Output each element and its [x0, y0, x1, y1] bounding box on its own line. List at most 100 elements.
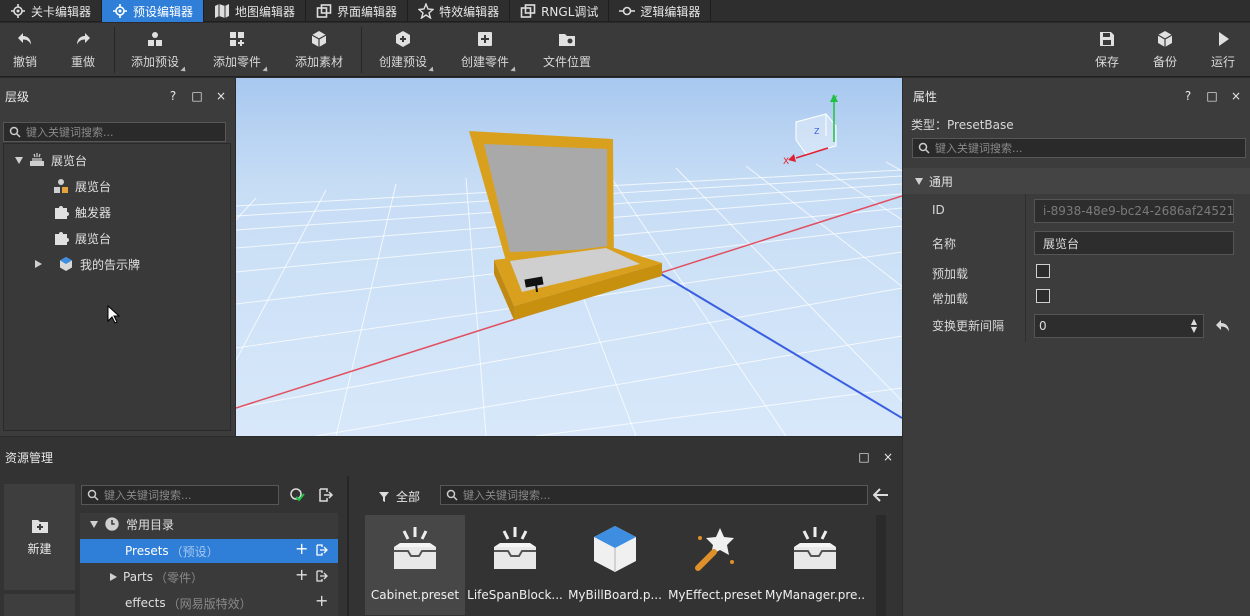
gizmo-y-label: Y: [831, 95, 838, 105]
run-button[interactable]: 运行: [1204, 23, 1242, 77]
backup-label: 备份: [1152, 55, 1177, 69]
tree-item-label: 展览台: [51, 153, 88, 168]
create-preset-icon: [396, 31, 410, 47]
add-preset-label: 添加预设: [130, 55, 179, 69]
level-editor-icon: [11, 4, 25, 18]
close-button[interactable]: ×: [882, 450, 894, 464]
dropdown-caret: [510, 66, 518, 74]
expand-arrow-icon[interactable]: [90, 520, 98, 528]
preload-checkbox[interactable]: [1036, 264, 1050, 278]
asset-splitter[interactable]: [347, 476, 349, 616]
filter-all-button[interactable]: 全部: [378, 488, 420, 505]
id-field[interactable]: i-8938-48e9-bc24-2686af245215: [1034, 199, 1234, 223]
add-icon[interactable]: +: [295, 541, 308, 557]
tree-item-exhibit-root[interactable]: 展览台: [15, 148, 87, 172]
hierarchy-tree-area: [3, 143, 231, 431]
expand-arrow-icon[interactable]: [15, 156, 23, 164]
scene-viewport[interactable]: X Y Z: [236, 78, 902, 436]
back-arrow-icon[interactable]: [873, 488, 889, 502]
import-icon[interactable]: [316, 570, 328, 582]
tab-logic-editor[interactable]: 逻辑编辑器: [609, 0, 712, 22]
expand-arrow-icon[interactable]: [35, 260, 42, 268]
maximize-button[interactable]: □: [1206, 89, 1218, 103]
search-placeholder: 键入关键词搜索...: [104, 489, 192, 502]
redo-button[interactable]: 重做: [64, 23, 102, 77]
tree-item-label: 展览台: [75, 231, 112, 246]
add-material-label: 添加素材: [294, 55, 343, 69]
asset-lifespan-block[interactable]: LifeSpanBlock...: [465, 515, 565, 615]
tree-item-label: 触发器: [75, 205, 112, 220]
tab-map-editor[interactable]: 地图编辑器: [204, 0, 307, 22]
asset-content-search-input[interactable]: 键入关键词搜索...: [440, 485, 868, 505]
asset-my-billboard[interactable]: MyBillBoard.p...: [565, 515, 665, 615]
tab-label: 地图编辑器: [235, 4, 296, 19]
import-icon[interactable]: [318, 487, 334, 503]
add-icon[interactable]: +: [295, 567, 308, 583]
tab-level-editor[interactable]: 关卡编辑器: [0, 0, 103, 22]
backup-button[interactable]: 备份: [1146, 23, 1184, 77]
add-preset-button[interactable]: 添加预设: [126, 23, 188, 77]
scene-canvas[interactable]: X Y Z: [236, 78, 902, 436]
hierarchy-panel-buttons: ? □ ×: [167, 89, 227, 103]
name-field[interactable]: 展览台: [1034, 231, 1234, 255]
expand-arrow-icon[interactable]: [915, 177, 923, 185]
interval-label: 变换更新间隔: [932, 319, 1005, 333]
maximize-button[interactable]: □: [191, 89, 203, 103]
folder-presets[interactable]: Presets （预设）: [125, 539, 219, 563]
asset-cabinet-preset[interactable]: Cabinet.preset: [365, 515, 465, 615]
close-button[interactable]: ×: [215, 89, 227, 103]
tab-effects-editor[interactable]: 特效编辑器: [408, 0, 511, 22]
add-material-button[interactable]: 添加素材: [290, 23, 348, 77]
tab-label: 预设编辑器: [133, 4, 194, 19]
tab-ui-editor[interactable]: 界面编辑器: [306, 0, 409, 22]
import-icon[interactable]: [316, 544, 328, 556]
maximize-button[interactable]: □: [858, 450, 870, 464]
editor-window: 关卡编辑器 预设编辑器 地图编辑器 界面编辑器 特效编辑器 RNGL调试 逻辑编…: [0, 0, 1250, 616]
asset-side-button[interactable]: [4, 594, 75, 616]
create-preset-button[interactable]: 创建预设: [374, 23, 436, 77]
interval-stepper[interactable]: 0 ▲ ▼: [1034, 314, 1204, 338]
play-icon: [1219, 32, 1229, 46]
asset-grid-scrollbar[interactable]: [876, 515, 886, 616]
tree-item-exhibit-part[interactable]: 展览台: [53, 226, 111, 250]
tray-icon: [487, 521, 543, 577]
help-button[interactable]: ?: [167, 89, 179, 103]
file-location-button[interactable]: 文件位置: [538, 23, 596, 77]
add-part-button[interactable]: 添加零件: [208, 23, 270, 77]
help-button[interactable]: ?: [1182, 89, 1194, 103]
section-general[interactable]: 通用: [903, 168, 1250, 194]
refresh-check-icon[interactable]: [289, 487, 305, 503]
tree-item-trigger[interactable]: 触发器: [53, 200, 111, 224]
folder-hint: （网易版特效）: [167, 596, 252, 611]
properties-search-input[interactable]: 键入关键词搜索...: [912, 138, 1246, 158]
expand-arrow-icon[interactable]: [110, 573, 117, 581]
tab-preset-editor[interactable]: 预设编辑器: [102, 0, 205, 22]
tab-label: RNGL调试: [541, 4, 599, 19]
new-asset-button[interactable]: 新建: [4, 484, 75, 590]
reset-icon[interactable]: [1215, 318, 1231, 334]
folder-label: Parts: [123, 570, 153, 584]
undo-button[interactable]: 撤销: [6, 23, 44, 77]
folder-label: Presets: [125, 544, 169, 558]
hierarchy-search-input[interactable]: 键入关键词搜索...: [3, 122, 226, 142]
run-label: 运行: [1210, 55, 1235, 69]
asset-tree-search-input[interactable]: 键入关键词搜索...: [81, 485, 279, 505]
folder-parts[interactable]: Parts （零件）: [110, 565, 203, 589]
close-button[interactable]: ×: [1230, 89, 1242, 103]
folder-common[interactable]: 常用目录: [90, 512, 174, 536]
add-part-label: 添加零件: [212, 55, 261, 69]
save-button[interactable]: 保存: [1088, 23, 1126, 77]
rngl-debug-icon: [520, 4, 536, 18]
tab-rngl-debug[interactable]: RNGL调试: [510, 0, 610, 22]
folder-effects[interactable]: effects （网易版特效）: [125, 591, 252, 615]
add-icon[interactable]: +: [315, 593, 328, 609]
stepper-arrows-icon[interactable]: ▲ ▼: [1191, 318, 1197, 334]
magic-wand-icon: [687, 521, 743, 577]
id-label: ID: [932, 203, 945, 217]
resident-checkbox[interactable]: [1036, 289, 1050, 303]
create-part-button[interactable]: 创建零件: [456, 23, 518, 77]
asset-my-manager[interactable]: MyManager.pre...: [765, 515, 865, 615]
tree-item-my-billboard[interactable]: 我的告示牌: [35, 252, 140, 276]
tree-item-exhibit[interactable]: 展览台: [53, 174, 111, 198]
asset-my-effect[interactable]: MyEffect.preset: [665, 515, 765, 615]
